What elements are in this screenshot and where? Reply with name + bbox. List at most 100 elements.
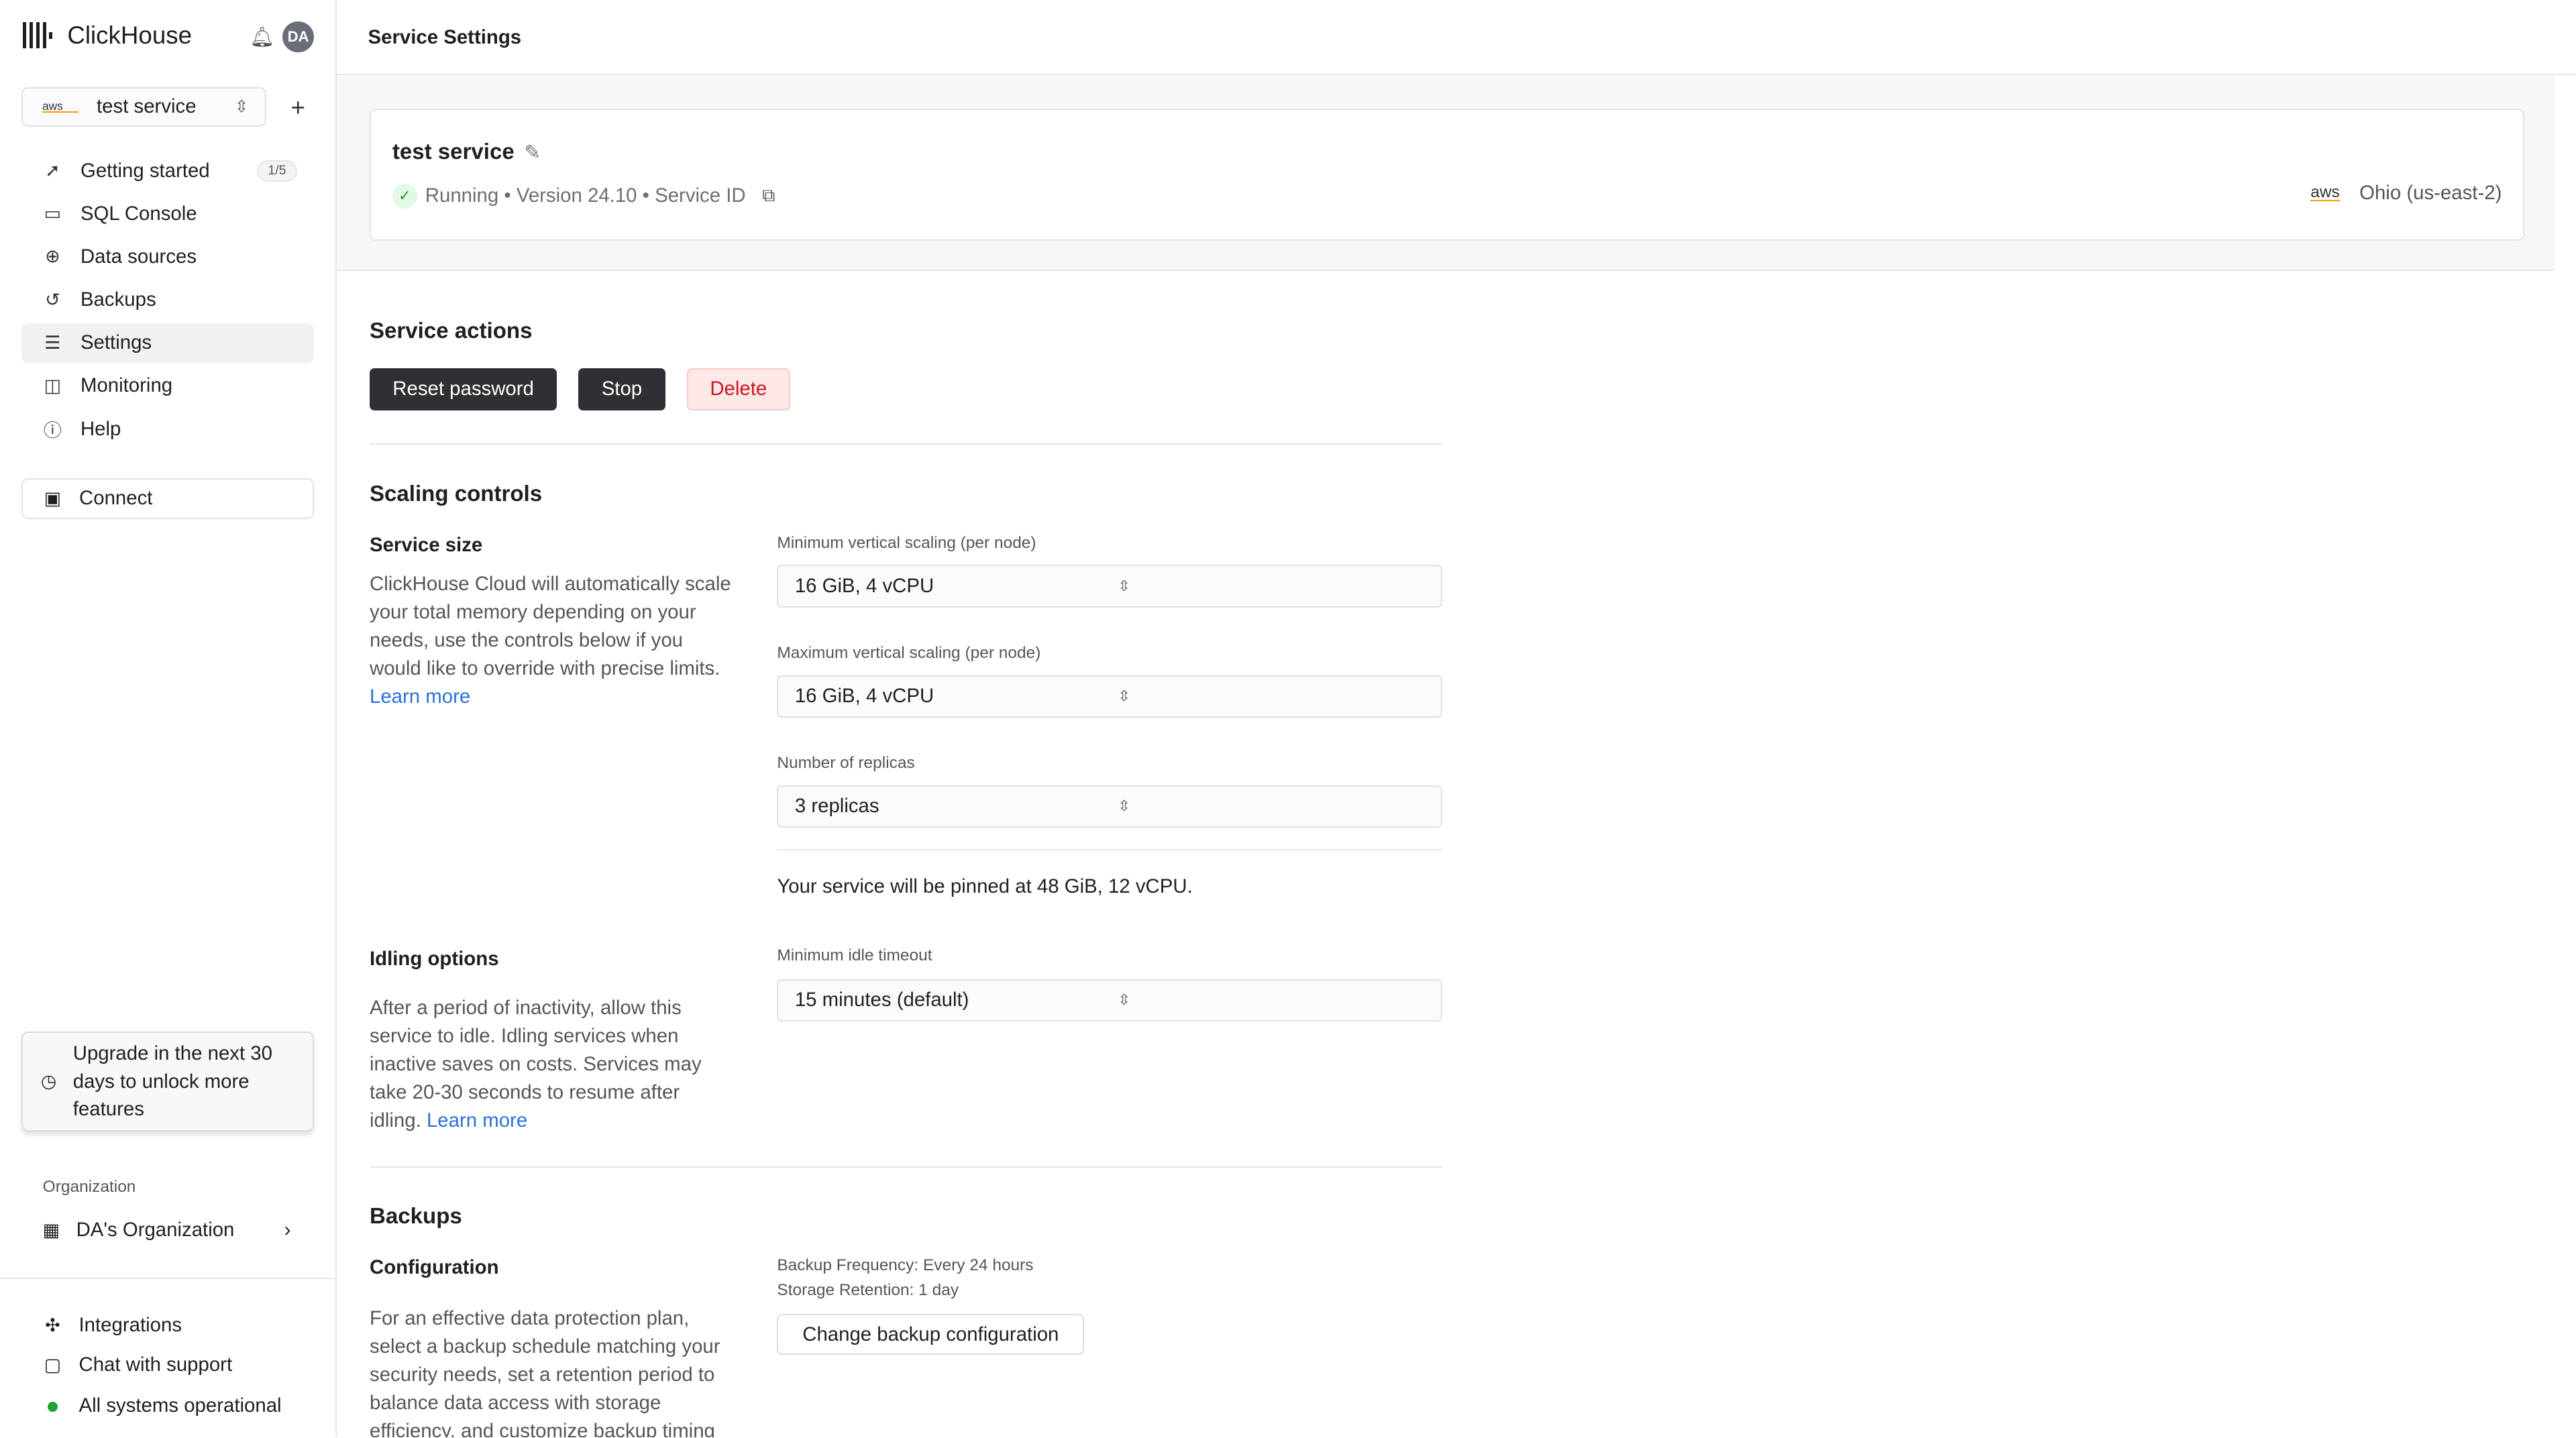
service-status: Running — [425, 184, 499, 207]
upgrade-banner[interactable]: ◷ Upgrade in the next 30 days to unlock m… — [21, 1031, 314, 1132]
puzzle-icon: ✣ — [45, 1315, 60, 1335]
divider — [370, 443, 1443, 445]
label: Backups — [80, 288, 156, 311]
sidebar-item-data-sources[interactable]: ⊕ Data sources — [21, 237, 314, 277]
service-selector-value: test service — [97, 95, 197, 118]
copy-icon[interactable]: ⧉ — [762, 185, 775, 207]
replicas-label: Number of replicas — [777, 754, 915, 773]
backup-icon: ↺ — [45, 289, 60, 310]
help-icon: ⓘ — [43, 421, 62, 441]
monitoring-icon: ◫ — [44, 375, 62, 396]
data-sources-icon: ⊕ — [45, 246, 60, 267]
page-header: Service Settings — [337, 0, 2576, 76]
label: SQL Console — [80, 202, 197, 225]
idling-description: After a period of inactivity, allow this… — [370, 994, 714, 1136]
aws-icon: aws — [42, 100, 79, 113]
text: ClickHouse Cloud will automatically scal… — [370, 572, 731, 680]
label: All systems operational — [78, 1394, 282, 1417]
chat-icon: ▢ — [44, 1354, 62, 1375]
check-icon: ✓ — [392, 183, 417, 209]
progress-badge: 1/5 — [256, 160, 298, 182]
sidebar: ClickHouse 🔔︎ DA aws test service ⇳ + ➚ Get… — [0, 0, 337, 1437]
status-dot-icon — [43, 1396, 62, 1417]
replicas-select[interactable]: 3 replicas ⇳ — [777, 785, 1443, 828]
system-status-link[interactable]: All systems operational — [21, 1388, 314, 1424]
sidebar-item-sql-console[interactable]: ▭ SQL Console — [21, 194, 314, 233]
clickhouse-logo-icon — [23, 22, 53, 49]
max-scaling-select[interactable]: 16 GiB, 4 vCPU ⇳ — [777, 675, 1443, 718]
divider — [777, 849, 1443, 850]
connect-icon: ▣ — [44, 488, 62, 508]
label: Monitoring — [80, 374, 173, 397]
service-region: Ohio (us-east-2) — [2359, 182, 2502, 205]
service-actions-heading: Service actions — [370, 319, 533, 344]
idle-timeout-select[interactable]: 15 minutes (default) ⇳ — [777, 979, 1443, 1022]
value: 16 GiB, 4 vCPU — [794, 575, 934, 598]
page-title: Service Settings — [368, 26, 522, 49]
upgrade-text: Upgrade in the next 30 days to unlock mo… — [72, 1042, 272, 1121]
chevron-right-icon: › — [284, 1219, 291, 1241]
label: Chat with support — [78, 1353, 233, 1376]
aws-icon: aws — [2310, 183, 2340, 202]
service-size-heading: Service size — [370, 533, 483, 556]
learn-more-link[interactable]: Learn more — [370, 685, 470, 708]
label: Settings — [80, 331, 152, 354]
reset-password-button[interactable]: Reset password — [370, 368, 557, 411]
logo[interactable]: ClickHouse — [23, 21, 192, 50]
add-service-button[interactable]: + — [290, 94, 305, 122]
service-card: test service ✎ ✓ Running • Version 24.10 •… — [370, 108, 2525, 241]
max-scaling-label: Maximum vertical scaling (per node) — [777, 644, 1041, 662]
bell-icon[interactable]: 🔔︎ — [250, 26, 274, 49]
chevron-updown-icon: ⇳ — [1118, 577, 1130, 595]
clock-icon: ◷ — [40, 1071, 57, 1092]
org-name: DA's Organization — [76, 1219, 235, 1241]
service-version: Version 24.10 — [516, 184, 637, 207]
sidebar-item-monitoring[interactable]: ◫ Monitoring — [21, 366, 314, 406]
chevron-updown-icon: ⇳ — [234, 98, 249, 117]
service-id-label: Service ID — [655, 184, 746, 207]
sidebar-item-settings[interactable]: ☰ Settings — [21, 323, 314, 363]
organization-selector[interactable]: ▦ DA's Organization › — [21, 1212, 314, 1248]
console-icon: ▭ — [44, 203, 62, 224]
sidebar-item-backups[interactable]: ↺ Backups — [21, 280, 314, 320]
settings-sliders-icon: ☰ — [44, 332, 61, 353]
divider — [370, 1166, 1443, 1168]
service-summary: test service ✎ ✓ Running • Version 24.10 •… — [337, 75, 2555, 271]
label: Connect — [79, 487, 153, 510]
change-backup-configuration-button[interactable]: Change backup configuration — [777, 1314, 1085, 1356]
backups-description: For an effective data protection plan, s… — [370, 1307, 720, 1437]
label: Integrations — [78, 1314, 182, 1337]
avatar[interactable]: DA — [282, 21, 314, 53]
building-icon: ▦ — [42, 1219, 60, 1240]
service-size-description: ClickHouse Cloud will automatically scal… — [370, 570, 739, 712]
rocket-icon: ➚ — [45, 160, 60, 181]
label: Data sources — [80, 245, 197, 268]
stop-button[interactable]: Stop — [578, 368, 665, 411]
min-scaling-select[interactable]: 16 GiB, 4 vCPU ⇳ — [777, 565, 1443, 608]
connect-button[interactable]: ▣ Connect — [21, 478, 314, 519]
chevron-updown-icon: ⇳ — [1118, 991, 1130, 1009]
value: 3 replicas — [794, 795, 879, 818]
service-name: test service — [392, 139, 515, 164]
chevron-updown-icon: ⇳ — [1118, 687, 1130, 705]
service-selector[interactable]: aws test service ⇳ — [21, 87, 266, 127]
text: After a period of inactivity, allow this… — [370, 996, 702, 1132]
sidebar-item-help[interactable]: ⓘ Help — [21, 409, 314, 449]
value: 16 GiB, 4 vCPU — [794, 685, 934, 708]
sidebar-item-integrations[interactable]: ✣ Integrations — [21, 1307, 314, 1343]
value: 15 minutes (default) — [794, 989, 969, 1011]
sidebar-item-getting-started[interactable]: ➚ Getting started 1/5 — [21, 151, 314, 190]
organization-label: Organization — [42, 1177, 136, 1196]
configuration-heading: Configuration — [370, 1256, 499, 1279]
pencil-icon[interactable]: ✎ — [524, 142, 541, 164]
delete-button[interactable]: Delete — [686, 368, 790, 411]
label: Help — [80, 417, 121, 440]
learn-more-link[interactable]: Learn more — [427, 1109, 527, 1131]
idle-timeout-label: Minimum idle timeout — [777, 946, 932, 964]
backups-heading: Backups — [370, 1204, 462, 1229]
app-name: ClickHouse — [67, 21, 193, 49]
min-scaling-label: Minimum vertical scaling (per node) — [777, 533, 1036, 552]
backup-frequency: Backup Frequency: Every 24 hours — [777, 1256, 1034, 1275]
sidebar-item-chat-support[interactable]: ▢ Chat with support — [21, 1347, 314, 1383]
label: Getting started — [80, 159, 210, 182]
